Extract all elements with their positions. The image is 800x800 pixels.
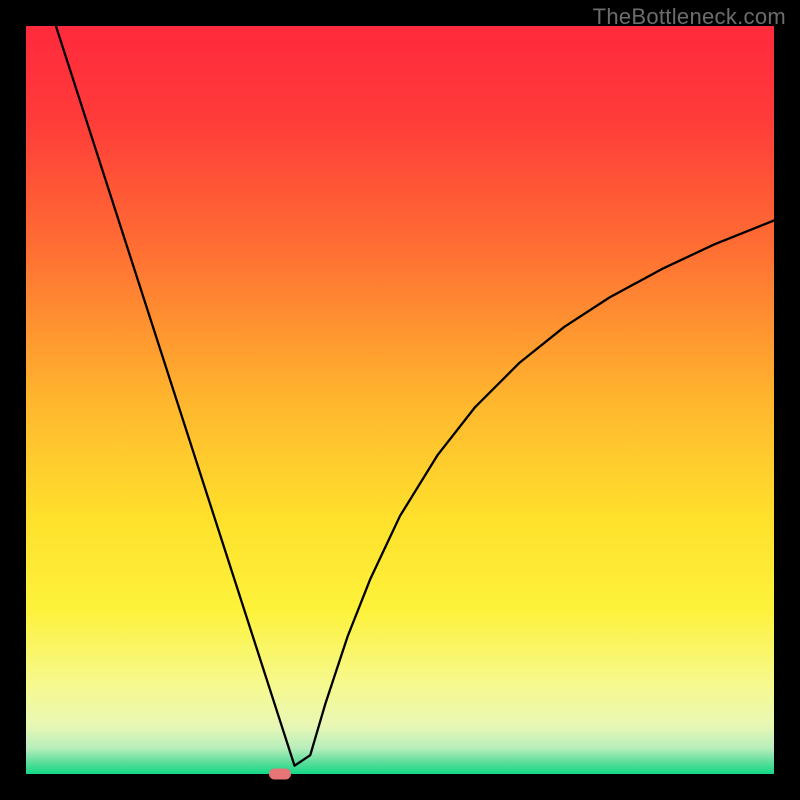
optimal-marker: [269, 769, 291, 780]
chart-svg: [26, 26, 774, 774]
watermark-text: TheBottleneck.com: [593, 4, 786, 30]
chart-frame: TheBottleneck.com: [0, 0, 800, 800]
plot-area: [26, 26, 774, 774]
gradient-background: [26, 26, 774, 774]
